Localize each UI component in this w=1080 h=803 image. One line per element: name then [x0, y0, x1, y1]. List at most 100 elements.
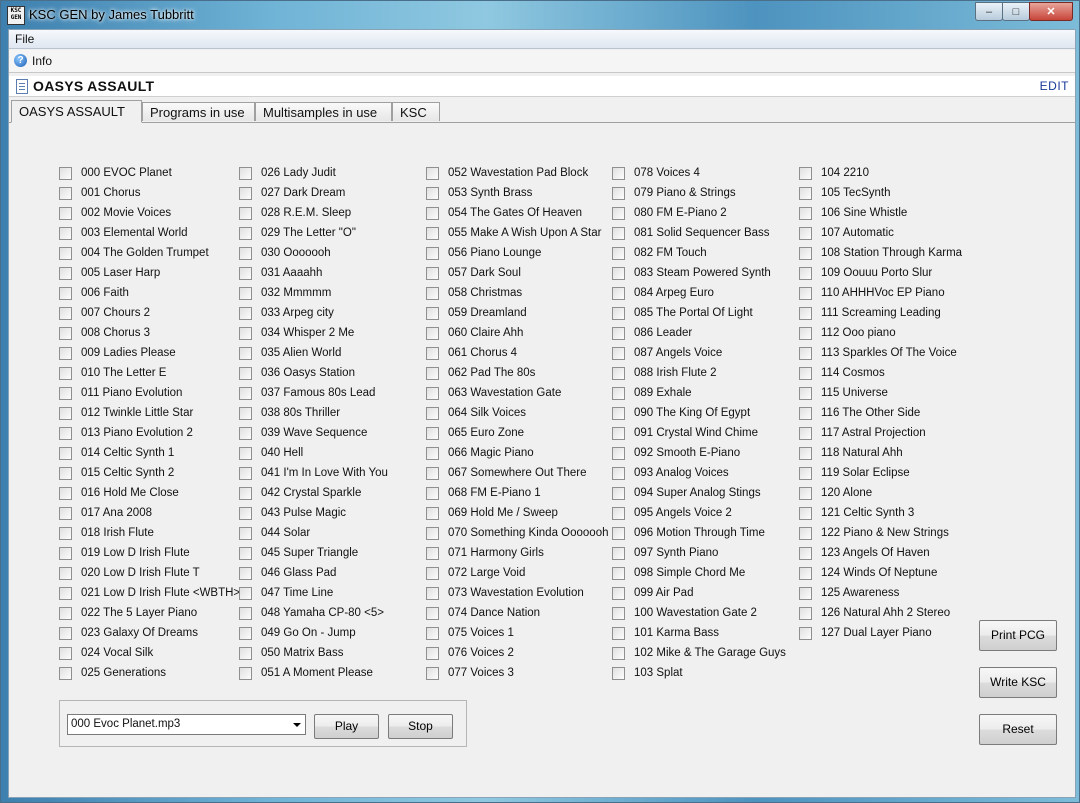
program-checkbox[interactable] — [612, 546, 625, 560]
program-checkbox[interactable] — [426, 346, 439, 360]
program-checkbox-row[interactable]: 059 Dreamland — [426, 303, 608, 323]
program-checkbox[interactable] — [426, 466, 439, 480]
info-icon[interactable]: ? — [14, 54, 27, 67]
program-checkbox[interactable] — [799, 366, 812, 380]
program-checkbox-row[interactable]: 024 Vocal Silk — [59, 643, 240, 663]
program-checkbox[interactable] — [239, 266, 252, 280]
program-checkbox-row[interactable]: 081 Solid Sequencer Bass — [612, 223, 786, 243]
program-checkbox[interactable] — [239, 206, 252, 220]
program-checkbox-row[interactable]: 095 Angels Voice 2 — [612, 503, 786, 523]
program-checkbox-row[interactable]: 065 Euro Zone — [426, 423, 608, 443]
program-checkbox[interactable] — [59, 546, 72, 560]
tab-ksc[interactable]: KSC — [392, 102, 440, 121]
program-checkbox[interactable] — [239, 646, 252, 660]
program-checkbox[interactable] — [426, 666, 439, 680]
program-checkbox-row[interactable]: 126 Natural Ahh 2 Stereo — [799, 603, 962, 623]
program-checkbox-row[interactable]: 030 Ooooooh — [239, 243, 388, 263]
program-checkbox-row[interactable]: 052 Wavestation Pad Block — [426, 163, 608, 183]
program-checkbox-row[interactable]: 019 Low D Irish Flute — [59, 543, 240, 563]
program-checkbox[interactable] — [426, 326, 439, 340]
program-checkbox-row[interactable]: 039 Wave Sequence — [239, 423, 388, 443]
program-checkbox[interactable] — [799, 386, 812, 400]
program-checkbox-row[interactable]: 076 Voices 2 — [426, 643, 608, 663]
program-checkbox-row[interactable]: 080 FM E-Piano 2 — [612, 203, 786, 223]
program-checkbox[interactable] — [239, 226, 252, 240]
program-checkbox-row[interactable]: 044 Solar — [239, 523, 388, 543]
program-checkbox[interactable] — [239, 286, 252, 300]
program-checkbox-row[interactable]: 018 Irish Flute — [59, 523, 240, 543]
program-checkbox[interactable] — [612, 186, 625, 200]
program-checkbox-row[interactable]: 048 Yamaha CP-80 <5> — [239, 603, 388, 623]
program-checkbox-row[interactable]: 085 The Portal Of Light — [612, 303, 786, 323]
program-checkbox-row[interactable]: 040 Hell — [239, 443, 388, 463]
program-checkbox-row[interactable]: 069 Hold Me / Sweep — [426, 503, 608, 523]
program-checkbox-row[interactable]: 011 Piano Evolution — [59, 383, 240, 403]
program-checkbox[interactable] — [239, 326, 252, 340]
program-checkbox-row[interactable]: 083 Steam Powered Synth — [612, 263, 786, 283]
program-checkbox[interactable] — [612, 466, 625, 480]
minimize-button[interactable]: – — [975, 2, 1003, 21]
program-checkbox[interactable] — [59, 406, 72, 420]
program-checkbox[interactable] — [426, 366, 439, 380]
program-checkbox-row[interactable]: 009 Ladies Please — [59, 343, 240, 363]
program-checkbox-row[interactable]: 097 Synth Piano — [612, 543, 786, 563]
program-checkbox-row[interactable]: 087 Angels Voice — [612, 343, 786, 363]
program-checkbox[interactable] — [239, 446, 252, 460]
program-checkbox-row[interactable]: 125 Awareness — [799, 583, 962, 603]
title-bar[interactable]: KSC GEN KSC GEN by James Tubbritt – □ ✕ — [1, 1, 1079, 29]
program-checkbox[interactable] — [426, 426, 439, 440]
program-checkbox[interactable] — [59, 426, 72, 440]
program-checkbox[interactable] — [799, 546, 812, 560]
program-checkbox[interactable] — [59, 346, 72, 360]
program-checkbox[interactable] — [426, 626, 439, 640]
program-checkbox-row[interactable]: 082 FM Touch — [612, 243, 786, 263]
program-checkbox-row[interactable]: 107 Automatic — [799, 223, 962, 243]
program-checkbox-row[interactable]: 108 Station Through Karma — [799, 243, 962, 263]
program-checkbox-row[interactable]: 122 Piano & New Strings — [799, 523, 962, 543]
program-checkbox-row[interactable]: 079 Piano & Strings — [612, 183, 786, 203]
program-checkbox[interactable] — [612, 666, 625, 680]
program-checkbox-row[interactable]: 057 Dark Soul — [426, 263, 608, 283]
program-checkbox[interactable] — [59, 626, 72, 640]
program-checkbox-row[interactable]: 034 Whisper 2 Me — [239, 323, 388, 343]
program-checkbox-row[interactable]: 013 Piano Evolution 2 — [59, 423, 240, 443]
info-button-label[interactable]: Info — [32, 54, 52, 68]
program-checkbox[interactable] — [239, 486, 252, 500]
program-checkbox[interactable] — [426, 486, 439, 500]
program-checkbox-row[interactable]: 091 Crystal Wind Chime — [612, 423, 786, 443]
program-checkbox[interactable] — [426, 166, 439, 180]
program-checkbox-row[interactable]: 031 Aaaahh — [239, 263, 388, 283]
program-checkbox[interactable] — [426, 286, 439, 300]
program-checkbox-row[interactable]: 022 The 5 Layer Piano — [59, 603, 240, 623]
program-checkbox[interactable] — [612, 506, 625, 520]
program-checkbox[interactable] — [612, 346, 625, 360]
program-checkbox-row[interactable]: 053 Synth Brass — [426, 183, 608, 203]
program-checkbox-row[interactable]: 094 Super Analog Stings — [612, 483, 786, 503]
program-checkbox[interactable] — [426, 386, 439, 400]
print-pcg-button[interactable]: Print PCG — [979, 620, 1057, 651]
program-checkbox[interactable] — [59, 206, 72, 220]
tab-oasys-assault[interactable]: OASYS ASSAULT — [11, 100, 142, 123]
program-checkbox-row[interactable]: 015 Celtic Synth 2 — [59, 463, 240, 483]
program-checkbox-row[interactable]: 038 80s Thriller — [239, 403, 388, 423]
program-checkbox[interactable] — [612, 566, 625, 580]
program-checkbox[interactable] — [239, 246, 252, 260]
program-checkbox-row[interactable]: 033 Arpeg city — [239, 303, 388, 323]
program-checkbox-row[interactable]: 077 Voices 3 — [426, 663, 608, 683]
program-checkbox[interactable] — [426, 586, 439, 600]
program-checkbox[interactable] — [612, 166, 625, 180]
program-checkbox[interactable] — [59, 386, 72, 400]
program-checkbox-row[interactable]: 000 EVOC Planet — [59, 163, 240, 183]
program-checkbox-row[interactable]: 055 Make A Wish Upon A Star — [426, 223, 608, 243]
program-checkbox-row[interactable]: 049 Go On - Jump — [239, 623, 388, 643]
program-checkbox[interactable] — [612, 306, 625, 320]
program-checkbox[interactable] — [239, 606, 252, 620]
program-checkbox[interactable] — [239, 426, 252, 440]
program-checkbox-row[interactable]: 026 Lady Judit — [239, 163, 388, 183]
program-checkbox[interactable] — [799, 186, 812, 200]
program-checkbox-row[interactable]: 046 Glass Pad — [239, 563, 388, 583]
program-checkbox[interactable] — [799, 246, 812, 260]
program-checkbox-row[interactable]: 105 TecSynth — [799, 183, 962, 203]
program-checkbox-row[interactable]: 104 2210 — [799, 163, 962, 183]
program-checkbox-row[interactable]: 072 Large Void — [426, 563, 608, 583]
